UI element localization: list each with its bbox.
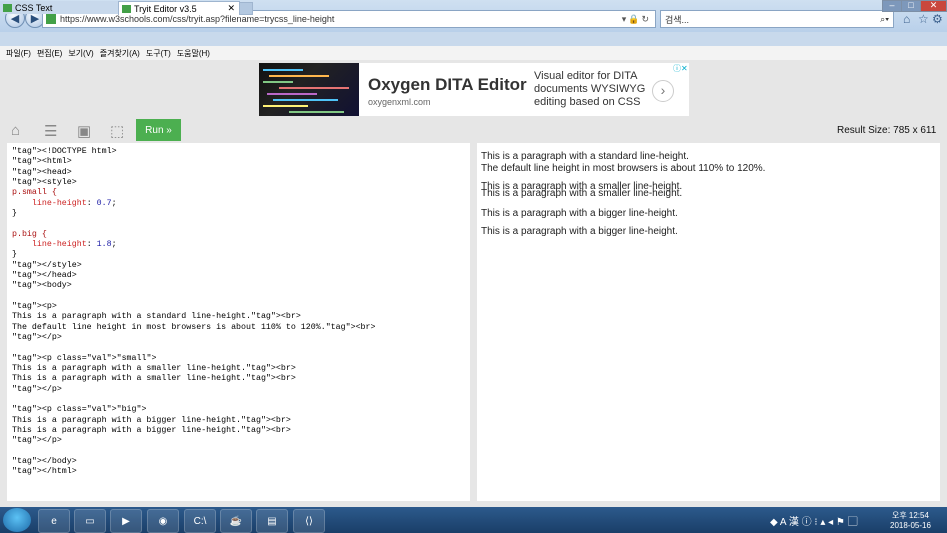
code-line[interactable]: "tag"><head> (12, 168, 72, 177)
address-controls-icon[interactable]: ▾🔒↻ (622, 14, 655, 25)
code-line[interactable]: This is a paragraph with a smaller line-… (12, 364, 296, 373)
search-input[interactable]: 검색... ⌕▾ (660, 10, 894, 28)
start-button[interactable] (3, 508, 31, 532)
run-button[interactable]: Run » (136, 119, 181, 141)
ad-code-image (259, 63, 359, 116)
code-text[interactable]: "tag"><!DOCTYPE html> "tag"><html> "tag"… (12, 147, 376, 478)
tab-tryit-editor[interactable]: Tryit Editor v3.5 ✕ (118, 1, 240, 15)
new-tab-button[interactable] (239, 2, 253, 15)
code-line[interactable]: "tag"><p class="val">"big" (12, 405, 141, 414)
code-line[interactable]: "tag"><style> (12, 178, 77, 187)
result-paragraph-small: This is a paragraph with a smaller line-… (481, 182, 683, 199)
explorer-taskbar-icon[interactable]: ▭ (74, 509, 106, 533)
code-line[interactable]: "tag"></p> (12, 385, 62, 394)
search-placeholder: 검색... (665, 14, 690, 25)
vscode-taskbar-icon[interactable]: ⟨⟩ (293, 509, 325, 533)
code-line[interactable]: p.small { (12, 188, 57, 197)
code-line[interactable]: This is a paragraph with a standard line… (12, 312, 301, 321)
settings-gear-icon[interactable]: ⚙ (932, 12, 943, 26)
close-tab-icon[interactable]: ✕ (227, 3, 239, 14)
url-text: https://www.w3schools.com/css/tryit.asp?… (60, 14, 335, 24)
code-line[interactable]: This is a paragraph with a bigger line-h… (12, 416, 291, 425)
maximize-button[interactable]: □ (901, 0, 921, 12)
ad-choices-icon[interactable]: ⓘ✕ (673, 63, 688, 74)
menu-view[interactable]: 보기(V) (68, 48, 93, 59)
ad-url[interactable]: oxygenxml.com (368, 97, 431, 107)
search-icon[interactable]: ⌕▾ (880, 14, 893, 25)
taskbar-clock[interactable]: 오후 12:54 2018-05-16 (890, 511, 931, 531)
code-line[interactable]: The default line height in most browsers… (12, 323, 376, 332)
code-line[interactable]: "tag"></p> (12, 436, 62, 445)
menu-icon[interactable]: ☰ (44, 122, 57, 140)
chrome-taskbar-icon[interactable]: ◉ (147, 509, 179, 533)
menu-tools[interactable]: 도구(T) (146, 48, 171, 59)
system-tray-icons[interactable]: ◆ A 漢 ⓘ ⁝ ▴ ◂ ⚑ ▢ (770, 513, 858, 528)
code-line[interactable]: "tag"></html> (12, 467, 77, 476)
home-icon[interactable]: ⌂ (11, 122, 20, 139)
code-line[interactable]: "tag"></p> (12, 333, 62, 342)
result-line: This is a paragraph with a standard line… (481, 151, 689, 162)
favorites-star-icon[interactable]: ☆ (918, 12, 929, 26)
close-window-button[interactable]: ✕ (920, 0, 947, 12)
menu-favorites[interactable]: 즐겨찾기(A) (100, 48, 140, 59)
code-line[interactable]: "tag"></head> (12, 271, 77, 280)
rotate-layout-icon[interactable]: ⬚ (110, 122, 124, 140)
app-taskbar-icon[interactable]: ▤ (256, 509, 288, 533)
tab-favicon-icon (3, 3, 12, 12)
code-line[interactable]: "tag"><body> (12, 281, 72, 290)
site-favicon-icon (46, 14, 56, 24)
minimize-button[interactable]: – (882, 0, 902, 12)
menu-help[interactable]: 도움말(H) (177, 48, 210, 59)
result-line: This is a paragraph with a bigger line-h… (481, 208, 678, 219)
result-line: This is a paragraph with a smaller line-… (481, 188, 683, 199)
code-line[interactable]: "tag"><!DOCTYPE html> (12, 147, 117, 156)
tab-label: Tryit Editor v3.5 (134, 3, 197, 14)
ie-taskbar-icon[interactable]: e (38, 509, 70, 533)
code-line[interactable]: "tag"></body> (12, 457, 77, 466)
tab-favicon-icon (122, 4, 131, 13)
clock-time: 오후 12:54 (891, 511, 929, 520)
code-line[interactable]: "tag"><p> (12, 302, 57, 311)
cmd-taskbar-icon[interactable]: C:\ (184, 509, 216, 533)
result-line: The default line height in most browsers… (481, 163, 766, 174)
tab-bar (0, 32, 947, 46)
code-line[interactable]: "tag"><p class="val">"small" (12, 354, 151, 363)
code-line[interactable]: } (12, 209, 17, 218)
code-line[interactable]: This is a paragraph with a smaller line-… (12, 374, 296, 383)
menu-edit[interactable]: 편집(E) (37, 48, 62, 59)
menu-file[interactable]: 파일(F) (6, 48, 31, 59)
media-player-taskbar-icon[interactable]: ▶ (110, 509, 142, 533)
result-pane: This is a paragraph with a standard line… (477, 143, 940, 501)
ad-title[interactable]: Oxygen DITA Editor (368, 75, 527, 95)
java-taskbar-icon[interactable]: ☕ (220, 509, 252, 533)
code-line[interactable]: "tag"></style> (12, 261, 82, 270)
result-size-label: Result Size: 785 x 611 (837, 125, 937, 136)
tab-css-text[interactable]: CSS Text (0, 1, 118, 14)
home-icon[interactable]: ⌂ (903, 12, 910, 26)
save-icon[interactable]: ▣ (77, 122, 91, 140)
code-line[interactable]: "tag"><html> (12, 157, 72, 166)
code-line[interactable]: line-height: 1.8; (12, 240, 117, 249)
clock-date: 2018-05-16 (890, 521, 931, 530)
result-paragraph-big: This is a paragraph with a bigger line-h… (481, 205, 678, 241)
result-paragraph-standard: This is a paragraph with a standard line… (481, 151, 765, 175)
code-line[interactable]: This is a paragraph with a bigger line-h… (12, 426, 291, 435)
code-line[interactable]: } (12, 250, 17, 259)
code-line[interactable]: p.big { (12, 230, 47, 239)
menu-bar: 파일(F) 편집(E) 보기(V) 즐겨찾기(A) 도구(T) 도움말(H) (0, 46, 947, 60)
ad-arrow-icon[interactable]: › (652, 80, 674, 102)
ad-description[interactable]: Visual editor for DITA documents WYSIWYG… (534, 70, 652, 109)
result-line: This is a paragraph with a bigger line-h… (481, 226, 678, 237)
code-line[interactable]: line-height: 0.7; (12, 199, 117, 208)
tab-label: CSS Text (15, 2, 53, 13)
